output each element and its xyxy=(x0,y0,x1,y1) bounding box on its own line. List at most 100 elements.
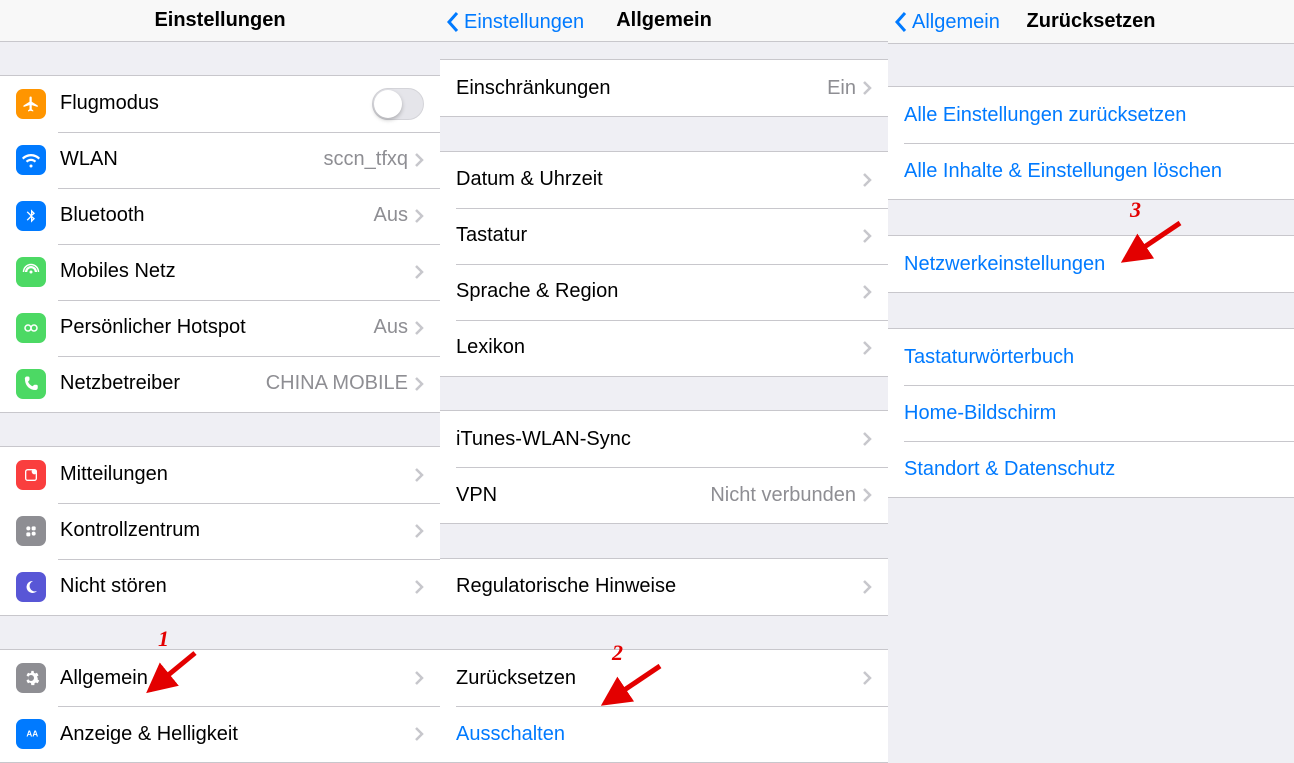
control-center-icon xyxy=(16,516,46,546)
chevron-right-icon xyxy=(414,579,424,595)
reset-panel: Allgemein Zurücksetzen Alle Einstellunge… xyxy=(888,0,1294,763)
dnd-icon xyxy=(16,572,46,602)
chevron-right-icon xyxy=(414,523,424,539)
row-dnd[interactable]: Nicht stören xyxy=(0,559,440,615)
chevron-right-icon xyxy=(414,208,424,224)
chevron-right-icon xyxy=(862,172,872,188)
row-label: Standort & Datenschutz xyxy=(904,458,1278,481)
row-value: Aus xyxy=(374,316,408,339)
chevron-right-icon xyxy=(414,320,424,336)
row-lexicon[interactable]: Lexikon xyxy=(440,320,888,376)
hotspot-icon xyxy=(16,313,46,343)
bluetooth-icon xyxy=(16,201,46,231)
back-button[interactable]: Einstellungen xyxy=(446,0,584,44)
row-reset-location[interactable]: Standort & Datenschutz xyxy=(888,441,1294,497)
airplane-switch[interactable] xyxy=(372,88,424,120)
row-control-center[interactable]: Kontrollzentrum xyxy=(0,503,440,559)
header-reset: Allgemein Zurücksetzen xyxy=(888,0,1294,44)
row-label: Netzbetreiber xyxy=(60,372,266,395)
group-general: Allgemein AA Anzeige & Helligkeit xyxy=(0,649,440,763)
row-hotspot[interactable]: Persönlicher Hotspot Aus xyxy=(0,300,440,356)
chevron-right-icon xyxy=(862,284,872,300)
row-label: Lexikon xyxy=(456,336,862,359)
header-settings: Einstellungen xyxy=(0,0,440,42)
row-reset-network[interactable]: Netzwerkeinstellungen xyxy=(888,236,1294,292)
chevron-right-icon xyxy=(862,80,872,96)
page-title: Zurücksetzen xyxy=(1027,10,1156,33)
row-regulatory[interactable]: Regulatorische Hinweise xyxy=(440,559,888,615)
row-label: Tastaturwörterbuch xyxy=(904,346,1278,369)
page-title: Allgemein xyxy=(616,9,712,32)
reset-group-1: Alle Einstellungen zurücksetzen Alle Inh… xyxy=(888,86,1294,200)
row-label: VPN xyxy=(456,484,710,507)
row-label: Nicht stören xyxy=(60,575,414,598)
row-label: Mobiles Netz xyxy=(60,260,414,283)
row-value: Nicht verbunden xyxy=(710,484,856,507)
row-label: Einschränkungen xyxy=(456,77,827,100)
row-reset-homescreen[interactable]: Home-Bildschirm xyxy=(888,385,1294,441)
chevron-right-icon xyxy=(414,467,424,483)
row-erase-all[interactable]: Alle Inhalte & Einstellungen löschen xyxy=(888,143,1294,199)
row-cellular[interactable]: Mobiles Netz xyxy=(0,244,440,300)
group-notifications: Mitteilungen Kontrollzentrum Nicht störe… xyxy=(0,446,440,616)
row-vpn[interactable]: VPN Nicht verbunden xyxy=(440,467,888,523)
row-shutdown[interactable]: Ausschalten xyxy=(440,706,888,762)
wifi-icon xyxy=(16,145,46,175)
notifications-icon xyxy=(16,460,46,490)
group-connectivity: Flugmodus WLAN sccn_tfxq Bluetooth Aus xyxy=(0,75,440,413)
general-icon xyxy=(16,663,46,693)
chevron-right-icon xyxy=(862,579,872,595)
chevron-right-icon xyxy=(414,152,424,168)
row-label: Mitteilungen xyxy=(60,463,414,486)
row-label: iTunes-WLAN-Sync xyxy=(456,428,862,451)
row-reset-all-settings[interactable]: Alle Einstellungen zurücksetzen xyxy=(888,87,1294,143)
row-datetime[interactable]: Datum & Uhrzeit xyxy=(440,152,888,208)
chevron-right-icon xyxy=(862,670,872,686)
row-reset[interactable]: Zurücksetzen xyxy=(440,650,888,706)
row-label: Regulatorische Hinweise xyxy=(456,575,862,598)
row-itunes-sync[interactable]: iTunes-WLAN-Sync xyxy=(440,411,888,467)
row-label: Alle Inhalte & Einstellungen löschen xyxy=(904,160,1278,183)
chevron-right-icon xyxy=(862,487,872,503)
chevron-right-icon xyxy=(862,431,872,447)
row-notifications[interactable]: Mitteilungen xyxy=(0,447,440,503)
back-button[interactable]: Allgemein xyxy=(894,0,1000,44)
group-reset: Zurücksetzen Ausschalten xyxy=(440,649,888,763)
row-label: Home-Bildschirm xyxy=(904,402,1278,425)
chevron-right-icon xyxy=(414,376,424,392)
row-carrier[interactable]: Netzbetreiber CHINA MOBILE xyxy=(0,356,440,412)
back-label: Allgemein xyxy=(912,11,1000,34)
row-restrictions[interactable]: Einschränkungen Ein xyxy=(440,60,888,116)
row-airplane[interactable]: Flugmodus xyxy=(0,76,440,132)
row-value: Aus xyxy=(374,204,408,227)
svg-text:AA: AA xyxy=(26,729,38,738)
row-label: Ausschalten xyxy=(456,723,872,746)
group-restrictions: Einschränkungen Ein xyxy=(440,59,888,117)
row-bluetooth[interactable]: Bluetooth Aus xyxy=(0,188,440,244)
header-general: Einstellungen Allgemein xyxy=(440,0,888,42)
row-language[interactable]: Sprache & Region xyxy=(440,264,888,320)
row-general[interactable]: Allgemein xyxy=(0,650,440,706)
row-label: Bluetooth xyxy=(60,204,374,227)
row-label: Kontrollzentrum xyxy=(60,519,414,542)
reset-group-3: Tastaturwörterbuch Home-Bildschirm Stand… xyxy=(888,328,1294,498)
group-datetime: Datum & Uhrzeit Tastatur Sprache & Regio… xyxy=(440,151,888,377)
row-label: Sprache & Region xyxy=(456,280,862,303)
chevron-right-icon xyxy=(414,264,424,280)
row-wlan[interactable]: WLAN sccn_tfxq xyxy=(0,132,440,188)
group-itunes: iTunes-WLAN-Sync VPN Nicht verbunden xyxy=(440,410,888,524)
row-value: Ein xyxy=(827,77,856,100)
back-label: Einstellungen xyxy=(464,11,584,34)
chevron-right-icon xyxy=(862,228,872,244)
row-label: Persönlicher Hotspot xyxy=(60,316,374,339)
settings-panel: Einstellungen Flugmodus WLAN sccn_tfxq xyxy=(0,0,440,763)
row-label: WLAN xyxy=(60,148,324,171)
row-label: Zurücksetzen xyxy=(456,667,862,690)
row-reset-keyboard-dict[interactable]: Tastaturwörterbuch xyxy=(888,329,1294,385)
chevron-right-icon xyxy=(414,726,424,742)
row-label: Allgemein xyxy=(60,667,414,690)
page-title: Einstellungen xyxy=(154,9,285,32)
row-keyboard[interactable]: Tastatur xyxy=(440,208,888,264)
row-display[interactable]: AA Anzeige & Helligkeit xyxy=(0,706,440,762)
chevron-right-icon xyxy=(414,670,424,686)
